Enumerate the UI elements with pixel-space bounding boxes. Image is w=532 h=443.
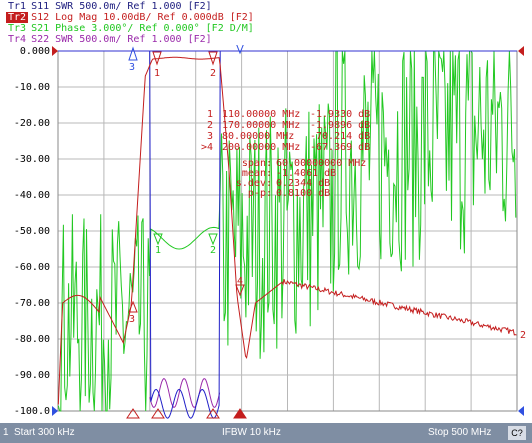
marker-2-label: 2	[210, 68, 216, 79]
marker-row-num: 3	[207, 131, 213, 142]
y-tick-label: -10.00	[14, 82, 50, 93]
marker-4-triangle-icon[interactable]	[235, 42, 245, 55]
marker-row-freq: 200.00000 MHz	[222, 142, 300, 153]
y-tick-label: -40.00	[14, 190, 50, 201]
trace-tag-tr4[interactable]: Tr4	[6, 34, 28, 45]
ref-arrow-left-icon[interactable]	[52, 46, 58, 56]
trace-settings-tr2: S12 Log Mag 10.00dB/ Ref 0.000dB [F2]	[31, 12, 254, 23]
trace-header-tr3[interactable]: Tr3 S21 Phase 3.000°/ Ref 0.000° [F2 D/M]	[6, 23, 254, 34]
marker-readout-table[interactable]: 1 110.00000 MHz -1.9330 dB 2 170.00000 MHz -1…	[201, 109, 370, 153]
trace-header-tr1[interactable]: Tr1 S11 SWR 500.0m/ Ref 1.000 [F2]	[6, 1, 212, 12]
marker-row-num: 1	[207, 109, 213, 120]
y-tick-label: -30.00	[14, 154, 50, 165]
y-axis-labels: 0.000 -10.00 -20.00 -30.00 -40.00 -50.00 -60.0…	[14, 46, 50, 417]
marker-row-num: >4	[201, 142, 213, 153]
stat-value: 0.8100 dB	[276, 188, 330, 199]
ref-arrow-right-icon[interactable]	[518, 46, 524, 56]
y-tick-label: -80.00	[14, 334, 50, 345]
y-tick-label: -70.00	[14, 298, 50, 309]
marker-statistics: span: 60.00000000 MHzmean: -1.4061 dBs.dev…	[236, 158, 366, 199]
bottom-scale-left-icon[interactable]	[52, 406, 58, 416]
marker-4[interactable]: 4	[235, 33, 245, 55]
stat-label: p-p:	[248, 188, 272, 199]
y-tick-label: 0.000	[20, 46, 50, 57]
marker-3-trace-label: 3	[129, 314, 135, 325]
y-tick-label: -90.00	[14, 370, 50, 381]
bottom-scale-right-icon[interactable]	[518, 406, 524, 416]
marker-row-value: -67.369 dB	[310, 142, 370, 153]
marker-3-label: 3	[129, 62, 135, 73]
marker-row-num: 2	[207, 120, 213, 131]
marker-2-phase-triangle-icon	[208, 233, 218, 246]
trace-settings-tr3: S21 Phase 3.000°/ Ref 0.000° [F2 D/M]	[31, 23, 254, 34]
y-tick-label: -20.00	[14, 118, 50, 129]
if-bandwidth[interactable]: IFBW 10 kHz	[222, 427, 281, 438]
marker-row[interactable]: >4 200.00000 MHz -67.369 dB	[201, 142, 370, 153]
marker-3[interactable]: 3	[128, 46, 138, 73]
calibration-status[interactable]: C?	[508, 426, 526, 440]
marker-row-freq: 110.00000 MHz	[222, 109, 300, 120]
trace-settings-tr4: S22 SWR 500.0m/ Ref 1.000 [F2]	[31, 34, 212, 45]
marker-row[interactable]: 1 110.00000 MHz -1.9330 dB	[207, 109, 370, 120]
bottom-marker-3-icon[interactable]	[126, 408, 140, 419]
marker-2-phase-label: 2	[210, 245, 216, 256]
status-bar: 1 Start 300 kHz IFBW 10 kHz Stop 500 MHz…	[0, 423, 532, 443]
marker-row[interactable]: 3 80.00000 MHz -70.214 dB	[207, 131, 370, 142]
marker-row-value: -1.9896 dB	[310, 120, 370, 131]
y-tick-label: -60.00	[14, 262, 50, 273]
marker-3-triangle-icon[interactable]	[128, 46, 138, 61]
trace-tag-tr3[interactable]: Tr3	[6, 23, 28, 34]
stop-frequency[interactable]: Stop 500 MHz	[428, 427, 491, 438]
marker-row-freq: 170.00000 MHz	[222, 120, 300, 131]
y-tick-label: -100.0	[14, 406, 50, 417]
marker-1-phase-label: 1	[155, 245, 161, 256]
marker-2[interactable]: 2	[208, 51, 218, 79]
y-tick-label: -50.00	[14, 226, 50, 237]
marker-1-label: 1	[154, 68, 160, 79]
marker-row-freq: 80.00000 MHz	[222, 131, 294, 142]
vna-window: Tr1 S11 SWR 500.0m/ Ref 1.000 [F2] Tr2 S12…	[0, 0, 532, 443]
trace-end-label: 2	[520, 330, 526, 341]
trace-header-tr4[interactable]: Tr4 S22 SWR 500.0m/ Ref 1.000 [F2]	[6, 34, 212, 45]
measurement-plot[interactable]: 0.000 -10.00 -20.00 -30.00 -40.00 -50.00 -60.0…	[0, 33, 532, 421]
marker-tr3-on-trace: 1 2	[153, 233, 218, 256]
marker-row[interactable]: 2 170.00000 MHz -1.9896 dB	[207, 120, 370, 131]
marker-row-value: -1.9330 dB	[310, 109, 370, 120]
marker-1-phase-triangle-icon	[153, 233, 163, 246]
marker-row-value: -70.214 dB	[310, 131, 370, 142]
bottom-marker-1-icon[interactable]	[151, 408, 165, 419]
bottom-marker-4-active-icon[interactable]	[233, 408, 247, 419]
channel-number[interactable]: 1	[3, 427, 9, 438]
trace-tag-tr2-active[interactable]: Tr2	[6, 12, 29, 23]
trace-settings-tr1: S11 SWR 500.0m/ Ref 1.000 [F2]	[31, 1, 212, 12]
plot-canvas[interactable]: 0.000 -10.00 -20.00 -30.00 -40.00 -50.00 -60.0…	[0, 33, 532, 421]
marker-4-trace-label: 4	[237, 276, 243, 287]
trace-tag-tr1[interactable]: Tr1	[6, 1, 28, 12]
start-frequency[interactable]: Start 300 kHz	[14, 427, 75, 438]
marker-tr2-3-on-trace: 3	[128, 300, 138, 325]
marker-1[interactable]: 1	[152, 51, 162, 79]
trace-header-tr2[interactable]: Tr2 S12 Log Mag 10.00dB/ Ref 0.000dB [F2]	[6, 12, 254, 23]
